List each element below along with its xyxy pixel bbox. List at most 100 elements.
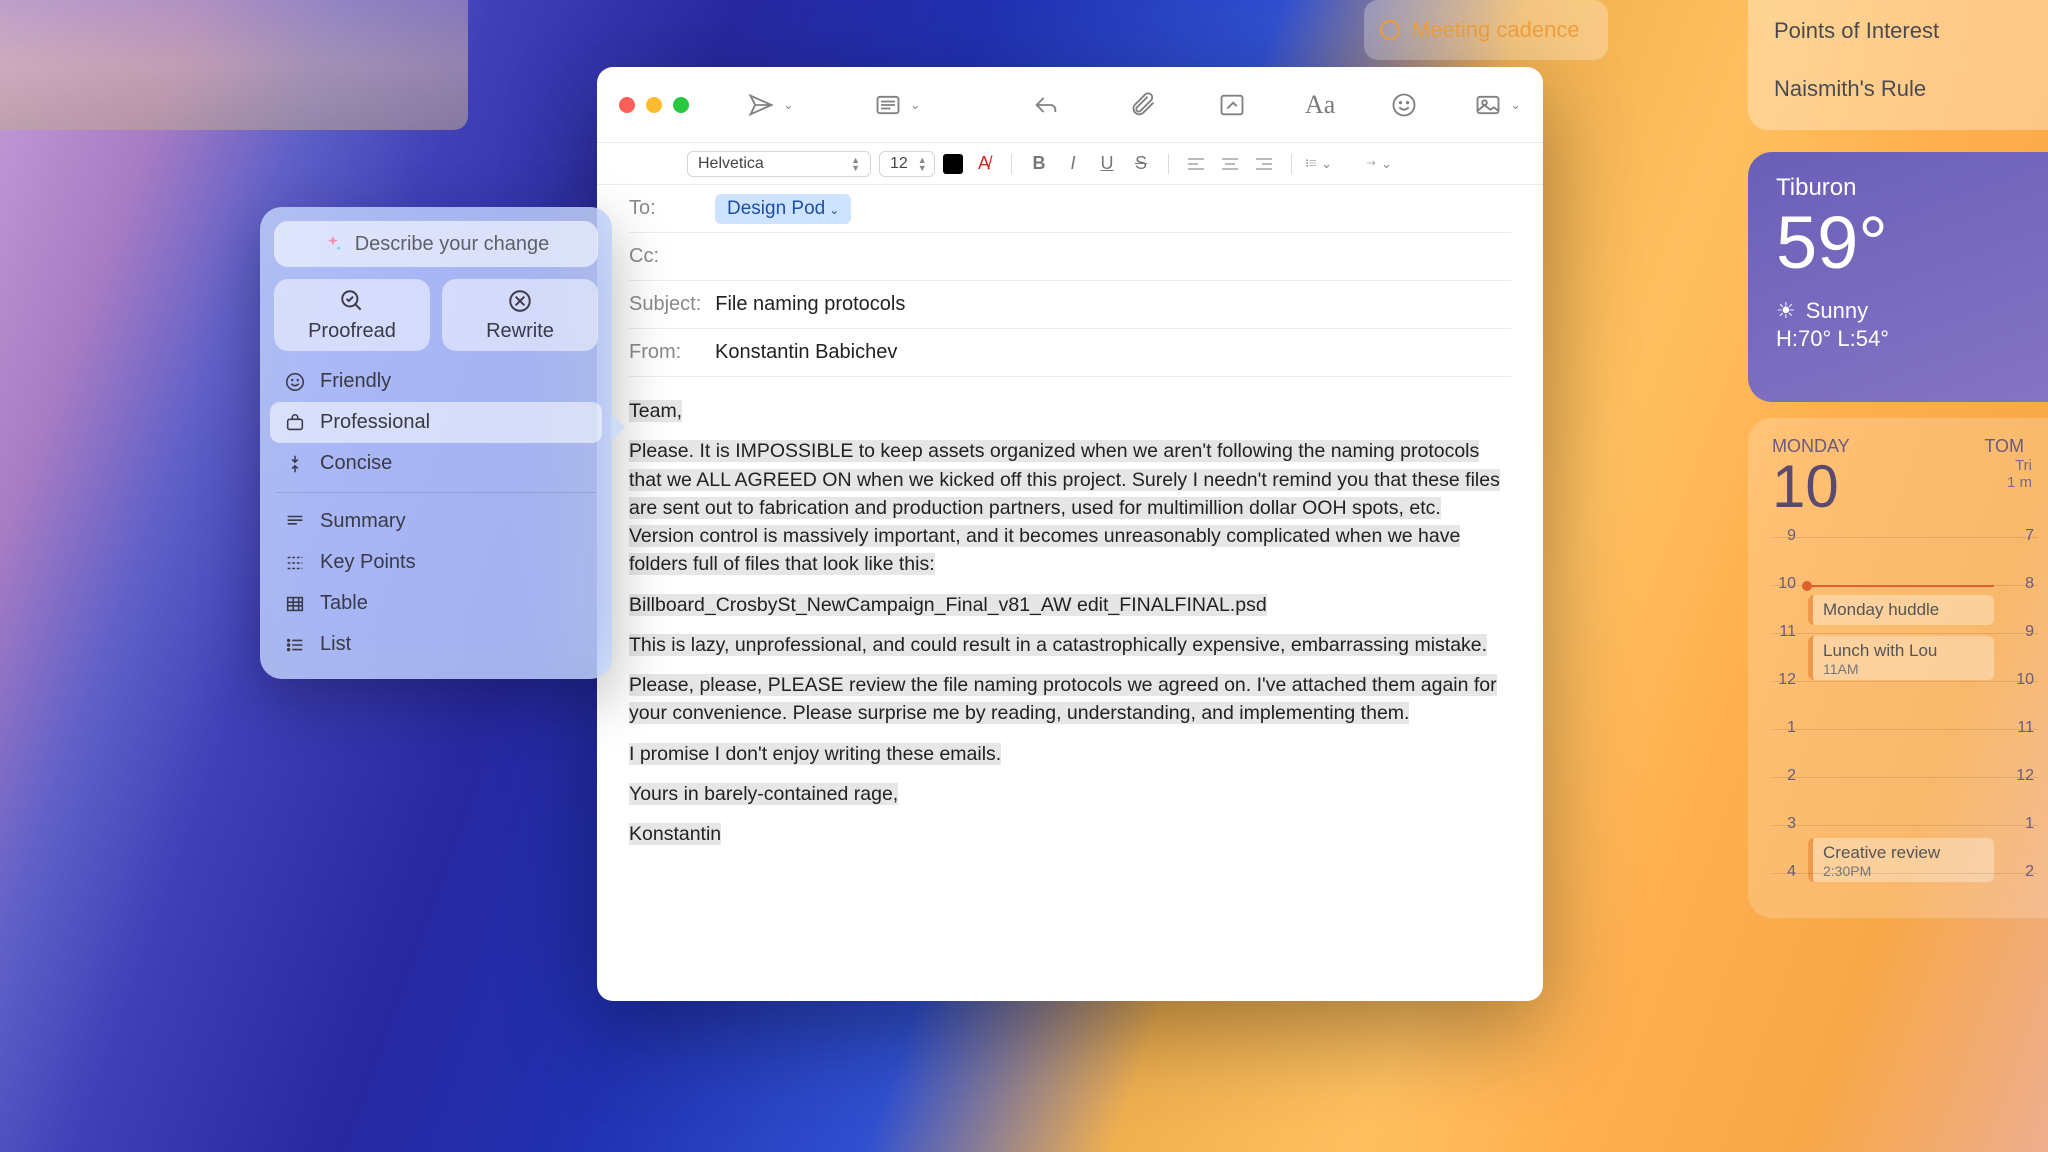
compress-icon (284, 453, 306, 475)
body-p2: Please. It is IMPOSSIBLE to keep assets … (629, 440, 1500, 575)
reminder-item-naismith[interactable]: Naismith's Rule (1774, 76, 2022, 102)
format-keypoints[interactable]: Key Points (270, 542, 602, 583)
reminder-label: Naismith's Rule (1774, 76, 1926, 102)
indent-button[interactable]: ⌄ (1366, 156, 1392, 172)
format-summary[interactable]: Summary (270, 501, 602, 542)
cal-hour: 3 (1772, 815, 1796, 833)
send-button[interactable] (737, 85, 785, 125)
cal-hour-r: 9 (2025, 623, 2034, 641)
cal-event-time: 11AM (1823, 661, 1984, 677)
header-fields: To: Design Pod⌄ Cc: Subject: File naming… (597, 185, 1543, 377)
photo-button[interactable] (1464, 85, 1512, 125)
cal-hour: 1 (1772, 719, 1796, 737)
cal-hour: 11 (1772, 623, 1796, 641)
minimize-button[interactable] (646, 97, 662, 113)
cal-hour: 2 (1772, 767, 1796, 785)
smile-icon (1390, 91, 1418, 119)
cc-field-row[interactable]: Cc: (629, 233, 1511, 281)
recipient-pill[interactable]: Design Pod⌄ (715, 194, 851, 224)
font-family-select[interactable]: Helvetica ▲▼ (687, 151, 871, 177)
markup-icon (1218, 91, 1246, 119)
subject-field-row[interactable]: Subject: File naming protocols (629, 281, 1511, 329)
divider (1291, 154, 1292, 174)
italic-button[interactable]: I (1060, 153, 1086, 174)
underline-button[interactable]: U (1094, 153, 1120, 174)
list-button[interactable]: ⌄ (1306, 156, 1332, 172)
text-color-swatch[interactable] (943, 154, 963, 174)
menu-label: Friendly (320, 370, 391, 393)
subject-value: File naming protocols (715, 293, 905, 316)
from-value: Konstantin Babichev (715, 341, 897, 364)
chevron-down-icon[interactable]: ⌄ (1510, 97, 1521, 113)
rewrite-button[interactable]: Rewrite (442, 279, 598, 351)
strike-button[interactable]: S (1128, 153, 1154, 174)
calendar-trip-hint: Tri (2007, 457, 2032, 474)
align-left-button[interactable] (1183, 157, 1209, 171)
chevron-down-icon[interactable]: ⌄ (783, 97, 794, 113)
menu-label: List (320, 633, 351, 656)
desktop-widget-photo (0, 0, 468, 130)
paperclip-icon (1130, 91, 1158, 119)
describe-change-input[interactable]: Describe your change (274, 221, 598, 267)
from-field-row[interactable]: From: Konstantin Babichev (629, 329, 1511, 377)
rewrite-label: Rewrite (486, 320, 554, 343)
stepper-icon: ▲▼ (918, 156, 927, 172)
briefcase-icon (284, 412, 306, 434)
tone-concise[interactable]: Concise (270, 443, 602, 484)
body-p6: I promise I don't enjoy writing these em… (629, 743, 1001, 765)
menu-label: Table (320, 592, 368, 615)
to-field-row[interactable]: To: Design Pod⌄ (629, 185, 1511, 233)
tone-friendly[interactable]: Friendly (270, 361, 602, 402)
markup-button[interactable] (1208, 85, 1256, 125)
align-center-button[interactable] (1217, 157, 1243, 171)
cal-hour-r: 12 (2016, 767, 2034, 785)
menu-label: Professional (320, 411, 430, 434)
zoom-button[interactable] (673, 97, 689, 113)
cal-hour-r: 1 (2025, 815, 2034, 833)
reminder-meeting-cadence[interactable]: Meeting cadence (1364, 0, 1608, 60)
proofread-button[interactable]: Proofread (274, 279, 430, 351)
bold-button[interactable]: B (1026, 153, 1052, 174)
cal-hour-r: 7 (2025, 527, 2034, 545)
menu-label: Summary (320, 510, 406, 533)
tone-professional[interactable]: Professional (270, 402, 602, 443)
font-size-value: 12 (890, 155, 908, 173)
message-body[interactable]: Team, Please. It is IMPOSSIBLE to keep a… (597, 377, 1543, 868)
titlebar: ⌄ ⌄ Aa (597, 67, 1543, 143)
now-indicator-line (1810, 585, 1994, 587)
format-table[interactable]: Table (270, 583, 602, 624)
attach-button[interactable] (1120, 85, 1168, 125)
font-size-select[interactable]: 12 ▲▼ (879, 151, 935, 177)
clear-style-button[interactable]: A̸ (971, 153, 997, 174)
align-right-button[interactable] (1251, 157, 1277, 171)
reply-button[interactable] (1022, 85, 1070, 125)
divider (1168, 154, 1169, 174)
summary-icon (284, 511, 306, 533)
header-fields-button[interactable] (864, 85, 912, 125)
cal-event-lunch[interactable]: Lunch with Lou 11AM (1808, 636, 1994, 680)
calendar-tomorrow: TOM (1984, 436, 2024, 457)
reminder-item-poi[interactable]: Points of Interest (1774, 18, 2022, 44)
chevron-down-icon[interactable]: ⌄ (910, 97, 921, 113)
weather-condition-text: Sunny (1806, 298, 1868, 324)
emoji-button[interactable] (1380, 85, 1428, 125)
weather-temperature: 59° (1776, 206, 2020, 280)
body-p4: This is lazy, unprofessional, and could … (629, 634, 1487, 656)
calendar-widget[interactable]: MONDAY TOM 10 Tri 1 m 97 10 Monday huddl… (1748, 418, 2048, 918)
sun-icon: ☀︎ (1776, 298, 1796, 324)
cal-event-huddle[interactable]: Monday huddle (1808, 595, 1994, 625)
recipient-name: Design Pod (727, 198, 825, 219)
body-p1: Team, (629, 400, 682, 422)
calendar-grid: 97 10 Monday huddle 8 11 Lunch with Lou … (1772, 537, 2038, 921)
format-button[interactable]: Aa (1296, 85, 1344, 125)
close-button[interactable] (619, 97, 635, 113)
describe-change-placeholder: Describe your change (355, 233, 550, 256)
weather-condition: ☀︎ Sunny (1776, 298, 2020, 324)
rewrite-icon (507, 288, 533, 314)
list-icon (284, 634, 306, 656)
cal-hour-r: 10 (2016, 671, 2034, 689)
format-list[interactable]: List (270, 624, 602, 665)
weather-widget[interactable]: Tiburon 59° ☀︎ Sunny H:70° L:54° (1748, 152, 2048, 402)
body-p7: Yours in barely-contained rage, (629, 783, 898, 805)
calendar-extra-right: 1 m (2007, 474, 2032, 491)
